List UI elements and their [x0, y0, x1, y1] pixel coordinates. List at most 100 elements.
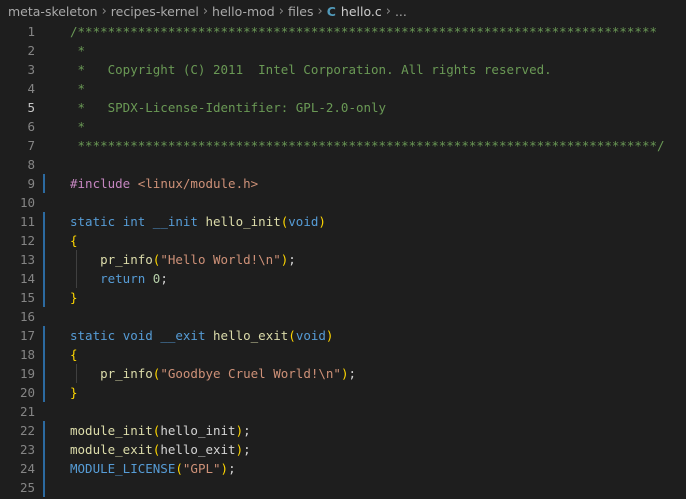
code-line[interactable]: 20} — [0, 383, 686, 402]
comment-token: * — [70, 43, 86, 58]
line-code: return 0; — [70, 269, 168, 288]
code-line[interactable]: 13 pr_info("Hello World!\n"); — [0, 250, 686, 269]
comment-token: * Copyright (C) 2011 Intel Corporation. … — [70, 62, 552, 77]
keyword-token: int — [122, 214, 146, 229]
breadcrumb-item-file[interactable]: C hello.c — [327, 4, 382, 19]
bracket-token: } — [70, 290, 78, 305]
code-line[interactable]: 16 — [0, 307, 686, 326]
line-number: 18 — [19, 347, 35, 362]
line-number: 25 — [19, 480, 35, 495]
code-line[interactable]: 23 module_exit(hello_exit); — [0, 440, 686, 459]
editor-text-area[interactable]: 1 /**************************************… — [0, 21, 686, 499]
line-code: * — [70, 41, 86, 60]
line-number: 17 — [19, 328, 35, 343]
line-number: 14 — [19, 271, 35, 286]
comment-token: * — [70, 119, 86, 134]
code-line[interactable]: 18 { — [0, 345, 686, 364]
breadcrumb-item-files[interactable]: files — [288, 4, 314, 19]
code-editor-window: meta-skeleton › recipes-kernel › hello-m… — [0, 0, 686, 499]
code-token: ; — [243, 423, 251, 438]
c-file-icon: C — [326, 3, 336, 19]
breadcrumb-item-hello-mod[interactable]: hello-mod — [212, 4, 275, 19]
modified-line-indicator[interactable] — [43, 269, 45, 288]
line-code: ****************************************… — [70, 136, 665, 155]
modified-line-indicator[interactable] — [43, 250, 45, 269]
code-line[interactable]: 6 * — [0, 117, 686, 136]
modified-line-indicator[interactable] — [43, 478, 45, 497]
modified-line-indicator[interactable] — [43, 364, 45, 383]
comment-token: ****************************************… — [70, 138, 665, 153]
line-number: 10 — [19, 195, 35, 210]
line-number: 13 — [19, 252, 35, 267]
code-line[interactable]: 22 module_init(hello_init); — [0, 421, 686, 440]
modified-line-indicator[interactable] — [43, 345, 45, 364]
bracket-token: ) — [220, 461, 229, 476]
breadcrumb-item-recipes-kernel[interactable]: recipes-kernel — [111, 4, 199, 19]
line-number: 15 — [19, 290, 35, 305]
code-line[interactable]: 7 **************************************… — [0, 136, 686, 155]
string-token: "GPL" — [182, 461, 221, 476]
keyword-token: return — [100, 271, 146, 286]
line-number: 4 — [27, 81, 35, 96]
comment-token: /***************************************… — [70, 24, 657, 39]
code-line[interactable]: 4 * — [0, 79, 686, 98]
modified-line-indicator[interactable] — [43, 421, 45, 440]
code-line[interactable]: 12 { — [0, 231, 686, 250]
line-code: module_exit(hello_exit); — [70, 440, 251, 459]
code-line[interactable]: 15} — [0, 288, 686, 307]
function-token: module_exit — [70, 442, 153, 457]
line-code: * Copyright (C) 2011 Intel Corporation. … — [70, 60, 552, 79]
line-code: MODULE_LICENSE("GPL"); — [70, 459, 236, 478]
breadcrumb-item-meta-skeleton[interactable]: meta-skeleton — [8, 4, 98, 19]
code-line[interactable]: 14 return 0; — [0, 269, 686, 288]
modified-line-indicator[interactable] — [43, 212, 45, 231]
keyword-token: __exit — [160, 328, 206, 343]
code-line[interactable]: 1 /**************************************… — [0, 22, 686, 41]
macro-token: MODULE_LICENSE — [70, 461, 176, 476]
code-line[interactable]: 8 — [0, 155, 686, 174]
code-line[interactable]: 24 MODULE_LICENSE("GPL"); — [0, 459, 686, 478]
line-number: 2 — [27, 43, 35, 58]
code-line[interactable]: 3 * Copyright (C) 2011 Intel Corporation… — [0, 60, 686, 79]
code-token: hello_init — [160, 423, 236, 438]
function-token: pr_info — [100, 252, 153, 267]
code-line[interactable]: 19 pr_info("Goodbye Cruel World!\n"); — [0, 364, 686, 383]
modified-line-indicator[interactable] — [43, 174, 45, 193]
line-number: 20 — [19, 385, 35, 400]
code-line[interactable]: 21 — [0, 402, 686, 421]
line-code: } — [70, 383, 78, 402]
code-line[interactable]: 10 — [0, 193, 686, 212]
code-line[interactable]: 2 * — [0, 41, 686, 60]
breadcrumb-file-name: hello.c — [340, 3, 382, 19]
line-number: 16 — [19, 309, 35, 324]
modified-line-indicator[interactable] — [43, 326, 45, 345]
bracket-token: ( — [175, 461, 183, 476]
line-number: 5 — [27, 100, 35, 115]
function-token: hello_init — [205, 214, 281, 229]
code-line[interactable]: 25 — [0, 478, 686, 497]
breadcrumb-symbols[interactable]: ... — [395, 4, 407, 19]
modified-line-indicator[interactable] — [43, 459, 45, 478]
bracket-token: } — [70, 385, 78, 400]
modified-line-indicator[interactable] — [43, 288, 45, 307]
modified-line-indicator[interactable] — [43, 440, 45, 459]
code-line[interactable]: 5 * SPDX-License-Identifier: GPL-2.0-onl… — [0, 98, 686, 117]
code-token: ; — [228, 461, 236, 476]
line-number: 9 — [27, 176, 35, 191]
code-line[interactable]: 11 static int __init hello_init(void) — [0, 212, 686, 231]
code-token: ; — [348, 366, 357, 381]
modified-line-indicator[interactable] — [43, 231, 45, 250]
code-line[interactable]: 9 #include <linux/module.h> — [0, 174, 686, 193]
code-line[interactable]: 17 static void __exit hello_exit(void) — [0, 326, 686, 345]
modified-line-indicator[interactable] — [43, 383, 45, 402]
function-token: pr_info — [100, 366, 153, 381]
line-code: * SPDX-License-Identifier: GPL-2.0-only — [70, 98, 387, 117]
line-number: 19 — [19, 366, 35, 381]
function-token: hello_exit — [213, 328, 289, 343]
bracket-token: ) — [325, 328, 334, 343]
